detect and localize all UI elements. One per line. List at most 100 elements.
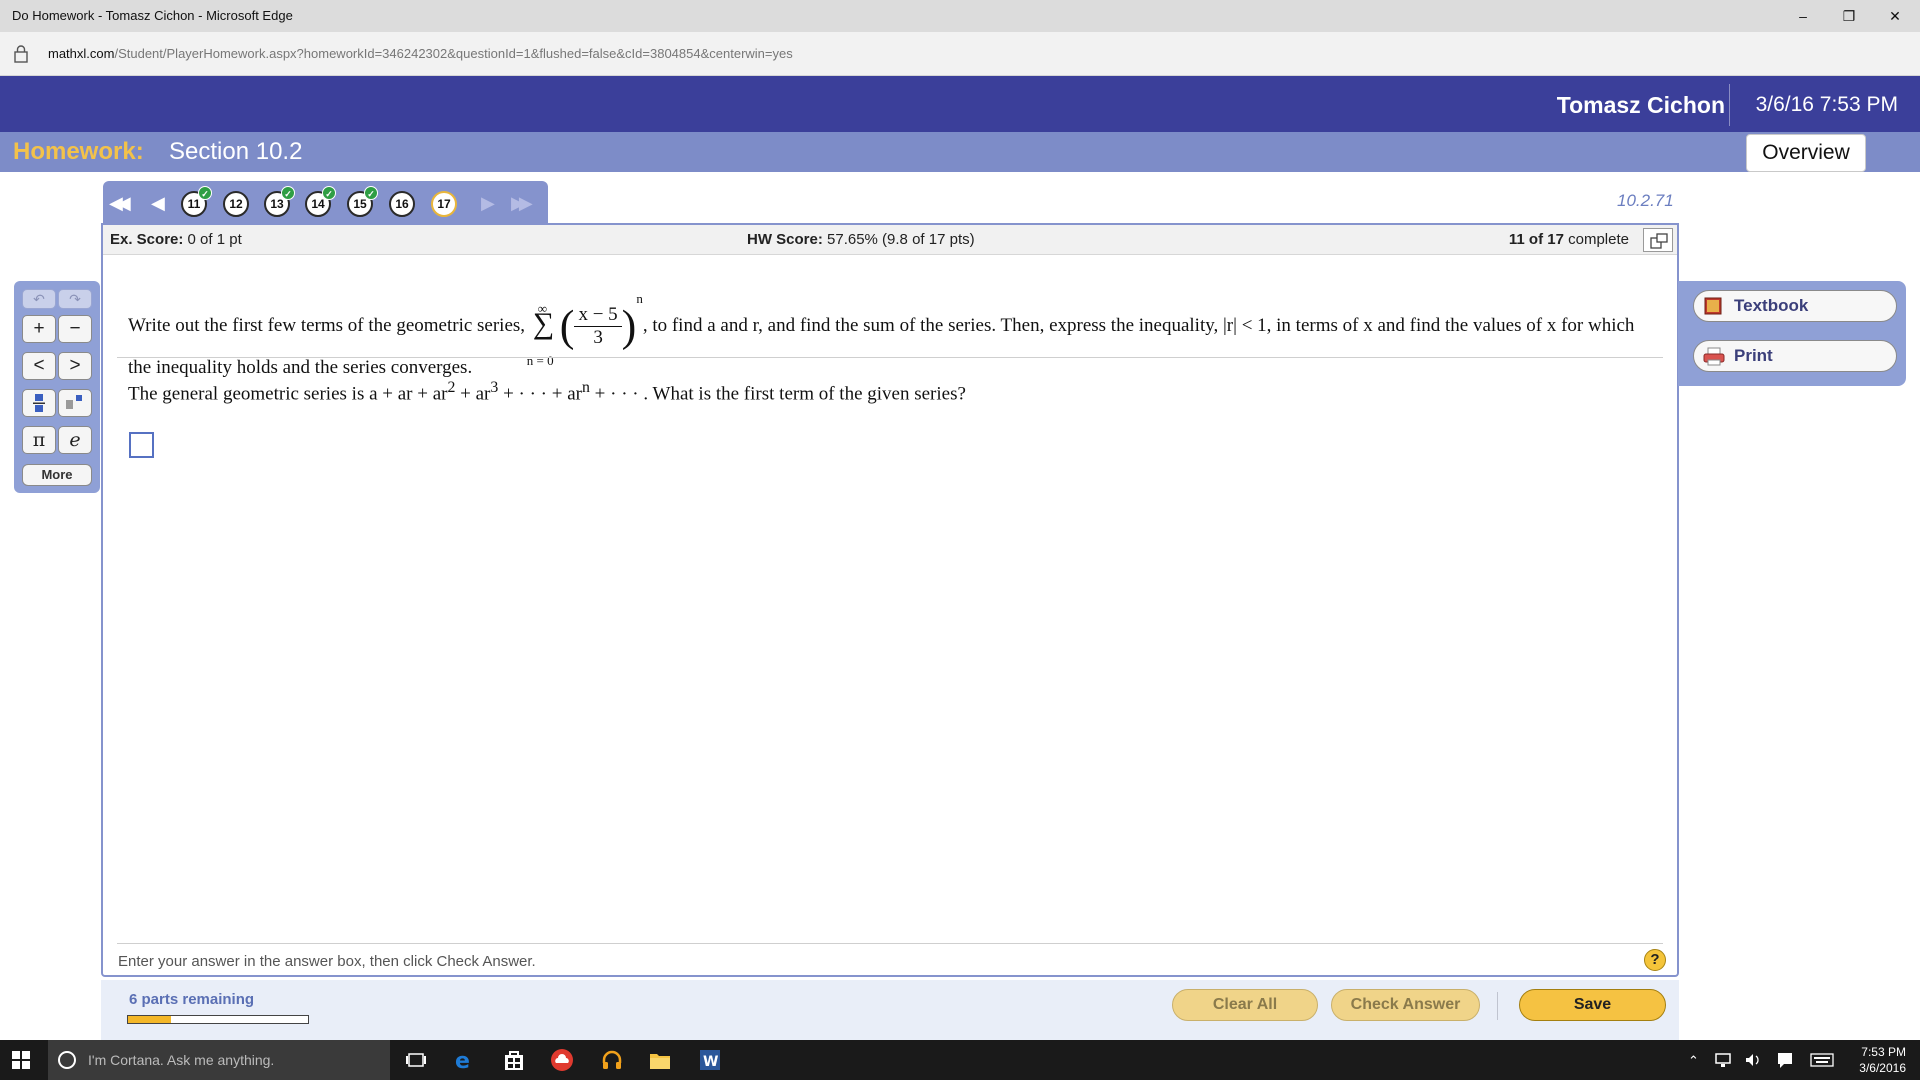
help-icon[interactable]: ? [1644,949,1666,971]
question-navigation: ◀◀ ◀ 11 ✓ 12 13 ✓ 14 ✓ 15 ✓ 16 17 ▶ ▶▶ [103,181,548,225]
question-number-label: 11 [187,197,201,211]
mixed-number-button[interactable] [58,389,92,417]
url-path: /Student/PlayerHomework.aspx?homeworkId=… [114,46,793,61]
exercise-score: Ex. Score: 0 of 1 pt [110,231,242,248]
more-button[interactable]: More [22,464,92,486]
cortana-search-box[interactable]: I'm Cortana. Ask me anything. [48,1040,390,1080]
task-view-icon[interactable] [404,1048,428,1072]
question-number-label: 14 [311,197,325,211]
question-15-button[interactable]: 15 ✓ [347,186,378,217]
fraction-numerator: x − 5 [574,304,622,328]
volume-icon[interactable] [1744,1051,1762,1069]
keyboard-icon[interactable] [1810,1051,1834,1069]
checkmark-icon: ✓ [198,186,212,200]
tools-panel: Textbook Print [1678,281,1906,386]
question-12-button[interactable]: 12 [223,191,249,217]
completion-label: complete [1568,231,1629,248]
question-divider [117,357,1663,358]
homework-score: HW Score: 57.65% (9.8 of 17 pts) [747,231,975,248]
file-explorer-icon[interactable] [648,1048,672,1072]
taskbar: I'm Cortana. Ask me anything. e W ⌃ 7:53… [0,1040,1920,1080]
next-question-icon[interactable]: ▶ [481,191,495,215]
homework-label: Homework: [13,138,144,165]
series-fraction: x − 53 [574,304,622,349]
browser-title-bar: Do Homework - Tomasz Cichon - Microsoft … [0,0,1920,32]
header-divider [1729,84,1730,126]
print-button[interactable]: Print [1693,340,1897,372]
completion-count: 11 of 17 [1508,231,1564,248]
checkmark-icon: ✓ [281,186,295,200]
check-answer-button[interactable]: Check Answer [1331,989,1480,1021]
clear-all-button[interactable]: Clear All [1172,989,1318,1021]
word-icon[interactable]: W [698,1048,722,1072]
question-number-label: 17 [437,197,451,211]
restore-button[interactable]: ❐ [1826,0,1872,32]
pi-button[interactable]: π [22,426,56,454]
minus-button[interactable]: − [58,315,92,343]
plus-button[interactable]: + [22,315,56,343]
question-14-button[interactable]: 14 ✓ [305,186,336,217]
cortana-placeholder: I'm Cortana. Ask me anything. [88,1052,275,1068]
answer-input[interactable] [129,432,154,458]
less-than-button[interactable]: < [22,352,56,380]
homework-score-value: 57.65% (9.8 of 17 pts) [827,231,975,248]
previous-question-icon[interactable]: ◀ [151,191,165,215]
url-text[interactable]: mathxl.com/Student/PlayerHomework.aspx?h… [48,46,793,61]
minimize-button[interactable]: – [1780,0,1826,32]
prompt-part: The general geometric series is a + ar +… [128,383,448,405]
fraction-button[interactable] [22,389,56,417]
svg-text:W: W [703,1054,718,1070]
score-bar: Ex. Score: 0 of 1 pt HW Score: 57.65% (9… [103,225,1677,255]
textbook-button[interactable]: Textbook [1693,290,1897,322]
exercise-score-label: Ex. Score: [110,231,184,248]
last-question-icon[interactable]: ▶▶ [511,191,533,215]
first-question-icon[interactable]: ◀◀ [109,191,131,215]
summation-lower-limit: n = 0 [526,352,554,368]
expand-window-button[interactable] [1643,228,1673,252]
question-11-button[interactable]: 11 ✓ [181,186,212,217]
windows-start-icon[interactable] [12,1051,30,1069]
headphones-app-icon[interactable] [600,1048,624,1072]
homework-bar: Homework: Section 10.2 [0,132,1920,172]
exponent-n: n [582,379,590,396]
homework-score-label: HW Score: [747,231,823,248]
close-button[interactable]: ✕ [1872,0,1918,32]
question-13-button[interactable]: 13 ✓ [264,186,295,217]
overview-button[interactable]: Overview [1746,134,1866,172]
fraction-denominator: 3 [593,327,603,349]
prompt-part: + · · · . What is the first term of the … [589,383,966,405]
parts-remaining: 6 parts remaining [129,991,255,1008]
clock-time: 7:53 PM [1861,1045,1906,1059]
completion-status: 11 of 17 complete [1509,231,1629,248]
question-17-button[interactable]: 17 [431,191,457,217]
cloud-app-icon[interactable] [550,1048,574,1072]
store-icon[interactable] [502,1048,526,1072]
site-header: Tomasz Cichon 3/6/16 7:53 PM [0,76,1920,132]
print-label: Print [1734,346,1773,365]
expand-icon [1650,233,1668,249]
exercise-score-value: 0 of 1 pt [187,231,242,248]
math-palette: ↶ ↷ + − < > π e More [14,281,100,493]
question-panel: Ex. Score: 0 of 1 pt HW Score: 57.65% (9… [101,223,1679,977]
question-number-label: 12 [229,197,243,211]
svg-text:e: e [455,1049,470,1072]
taskbar-clock[interactable]: 7:53 PM 3/6/2016 [1859,1044,1906,1076]
progress-fill [128,1016,172,1023]
network-icon[interactable] [1714,1051,1732,1069]
notifications-icon[interactable] [1776,1051,1794,1069]
series-exponent: n [636,291,643,306]
question-16-button[interactable]: 16 [389,191,415,217]
save-button[interactable]: Save [1519,989,1666,1021]
redo-button[interactable]: ↷ [58,289,92,309]
right-paren: ) [621,301,637,351]
instructions-divider [117,943,1663,944]
fraction-icon [33,394,45,412]
address-bar[interactable]: mathxl.com/Student/PlayerHomework.aspx?h… [0,32,1920,76]
greater-than-button[interactable]: > [58,352,92,380]
instructions-text: Enter your answer in the answer box, the… [118,953,536,970]
edge-browser-icon[interactable]: e [452,1048,476,1072]
euler-e-button[interactable]: e [58,426,92,454]
undo-button[interactable]: ↶ [22,289,56,309]
tray-chevron-icon[interactable]: ⌃ [1688,1053,1699,1069]
prompt-part: + ar [455,383,491,405]
